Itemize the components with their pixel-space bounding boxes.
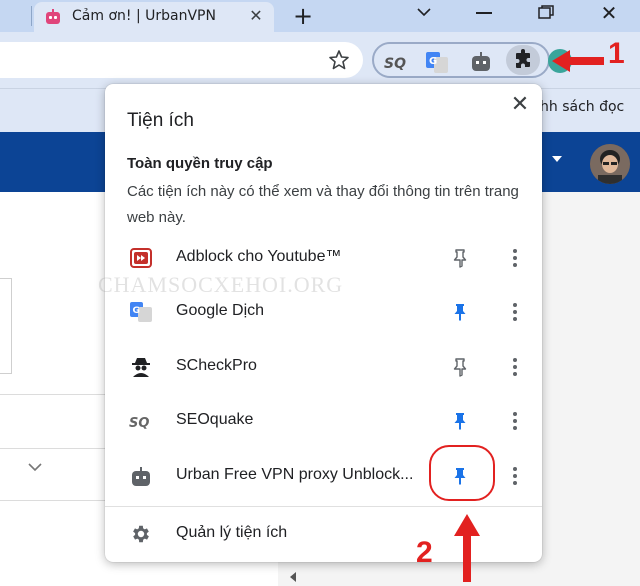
annotation-step-2: 2 [416, 536, 433, 569]
extension-row-scheckpro[interactable]: SCheckPro [105, 341, 542, 395]
restore-icon[interactable] [538, 5, 554, 19]
annotation-step-1: 1 [608, 37, 625, 70]
pinned-extensions: SQ G [372, 42, 550, 78]
browser-tab[interactable]: Cảm ơn! | UrbanVPN ✕ [34, 2, 274, 32]
robot-icon[interactable] [468, 49, 494, 75]
extensions-button[interactable] [506, 45, 540, 75]
tab-close-icon[interactable]: ✕ [246, 6, 266, 26]
tab-separator [31, 6, 32, 26]
person-photo-icon [590, 144, 630, 184]
more-options-icon[interactable] [507, 355, 523, 379]
section-title: Toàn quyền truy cập [127, 155, 273, 172]
more-options-icon[interactable] [507, 464, 523, 488]
extension-row-seoquake[interactable]: SQ SEOquake [105, 395, 542, 449]
dropdown-caret-icon[interactable] [552, 156, 562, 162]
address-bar[interactable] [0, 42, 363, 78]
new-tab-button[interactable]: + [290, 3, 316, 29]
robot-icon [46, 9, 60, 24]
extension-name: SCheckPro [176, 357, 257, 374]
pin-icon[interactable] [449, 356, 471, 378]
seoquake-icon[interactable]: SQ [382, 49, 408, 75]
google-translate-icon[interactable]: G [424, 49, 450, 75]
window-close-icon[interactable]: ✕ [598, 2, 620, 24]
pin-icon[interactable] [449, 247, 471, 269]
tab-title: Cảm ơn! | UrbanVPN [72, 8, 216, 24]
user-avatar[interactable] [590, 144, 630, 184]
more-options-icon[interactable] [507, 246, 523, 270]
select-chevron-icon[interactable] [28, 462, 42, 472]
close-icon[interactable]: ✕ [509, 94, 531, 116]
svg-text:SQ: SQ [384, 56, 406, 72]
extension-name: SEOquake [176, 411, 254, 428]
manage-extensions-label: Quản lý tiện ích [176, 524, 288, 541]
pin-icon[interactable] [449, 301, 471, 323]
robot-icon [132, 467, 150, 486]
tab-search-chevron-icon[interactable] [414, 2, 434, 22]
annotation-highlight-ring [429, 445, 495, 501]
section-description: Các tiện ích này có thể xem và thay đổi … [127, 183, 519, 226]
more-options-icon[interactable] [507, 409, 523, 433]
pin-icon[interactable] [449, 410, 471, 432]
extension-name: Google Dịch [176, 302, 265, 319]
watermark: CHAMSOCXEHOI.ORG [98, 272, 344, 297]
extension-name: Urban Free VPN proxy Unblock... [176, 466, 414, 483]
annotation-arrow-2 [454, 514, 480, 582]
reading-list-label[interactable]: hh sách đọc [540, 99, 624, 115]
svg-text:G: G [133, 306, 140, 316]
annotation-arrow-1 [552, 50, 604, 72]
scroll-left-icon[interactable] [290, 572, 296, 582]
gear-icon [133, 525, 149, 543]
seoquake-icon: SQ [129, 416, 149, 431]
puzzle-icon [516, 49, 530, 68]
browser-toolbar: SQ G 1 [0, 32, 640, 88]
extension-name: Adblock cho Youtube™ [176, 248, 342, 265]
popup-title: Tiện ích [127, 110, 194, 131]
minimize-icon[interactable] [476, 12, 492, 14]
svg-text:SQ: SQ [129, 416, 149, 431]
spy-icon [132, 358, 150, 377]
popup-divider [105, 506, 542, 507]
svg-text:G: G [429, 56, 437, 67]
adblock-icon [130, 248, 152, 268]
more-options-icon[interactable] [507, 300, 523, 324]
google-translate-icon: G [130, 302, 152, 322]
tab-strip: Cảm ơn! | UrbanVPN ✕ + ✕ [0, 0, 640, 32]
page-textarea[interactable] [0, 278, 12, 374]
bookmark-star-icon[interactable] [328, 49, 350, 71]
